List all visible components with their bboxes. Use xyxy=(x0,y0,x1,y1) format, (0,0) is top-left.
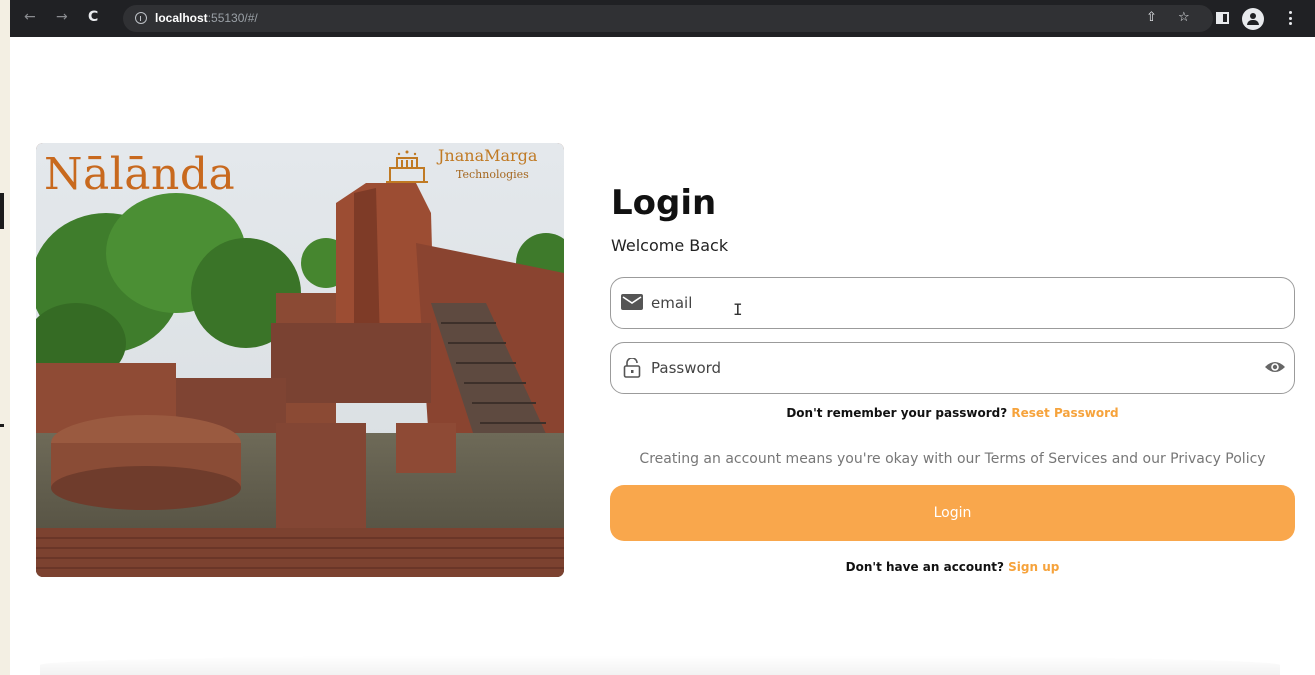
desktop-mark xyxy=(0,424,4,427)
logo-name: JnanaMarga xyxy=(438,146,538,165)
email-field[interactable]: I xyxy=(610,277,1295,329)
url-text[interactable]: localhost:55130/#/ xyxy=(155,11,258,25)
bookmark-star-icon[interactable]: ☆ xyxy=(1178,10,1190,25)
address-bar[interactable]: localhost:55130/#/ ⇧ ☆ xyxy=(123,5,1213,32)
side-panel-icon[interactable] xyxy=(1216,12,1229,24)
desktop-mark xyxy=(0,193,4,229)
desktop-background xyxy=(0,0,10,675)
lock-icon xyxy=(623,358,641,378)
hero-title: Nālānda xyxy=(44,149,236,200)
menu-icon[interactable] xyxy=(1289,11,1293,27)
reload-icon[interactable]: C xyxy=(88,9,98,25)
hero-image: Nālānda JnanaMarga Technologies xyxy=(36,143,564,577)
logo-subtitle: Technologies xyxy=(456,168,529,181)
welcome-subtitle: Welcome Back xyxy=(611,236,729,255)
login-button[interactable]: Login xyxy=(610,485,1295,541)
eye-icon[interactable] xyxy=(1264,359,1286,375)
info-icon[interactable] xyxy=(135,12,147,24)
temple-logo-icon xyxy=(386,150,428,183)
share-icon[interactable]: ⇧ xyxy=(1146,10,1157,25)
no-account-text: Don't have an account? xyxy=(845,560,1004,574)
text-cursor-icon: I xyxy=(733,300,743,319)
page-bottom-shadow xyxy=(40,655,1280,675)
company-logo: JnanaMarga Technologies xyxy=(385,146,563,190)
forward-icon[interactable]: → xyxy=(56,9,68,25)
signup-line: Don't have an account? Sign up xyxy=(610,560,1295,574)
nalanda-ruins-illustration xyxy=(36,143,564,577)
password-field[interactable] xyxy=(610,342,1295,394)
forgot-password-line: Don't remember your password? Reset Pass… xyxy=(610,406,1295,420)
forgot-password-text: Don't remember your password? xyxy=(786,406,1008,420)
browser-toolbar: ← → C localhost:55130/#/ ⇧ ☆ xyxy=(10,0,1315,37)
signup-link[interactable]: Sign up xyxy=(1008,560,1059,574)
terms-text: Creating an account means you're okay wi… xyxy=(639,451,1266,467)
profile-icon[interactable] xyxy=(1242,8,1264,30)
mail-icon xyxy=(621,294,643,310)
back-icon[interactable]: ← xyxy=(24,9,36,25)
login-title: Login xyxy=(611,183,717,223)
reset-password-link[interactable]: Reset Password xyxy=(1011,406,1118,420)
password-input[interactable] xyxy=(651,355,1231,381)
